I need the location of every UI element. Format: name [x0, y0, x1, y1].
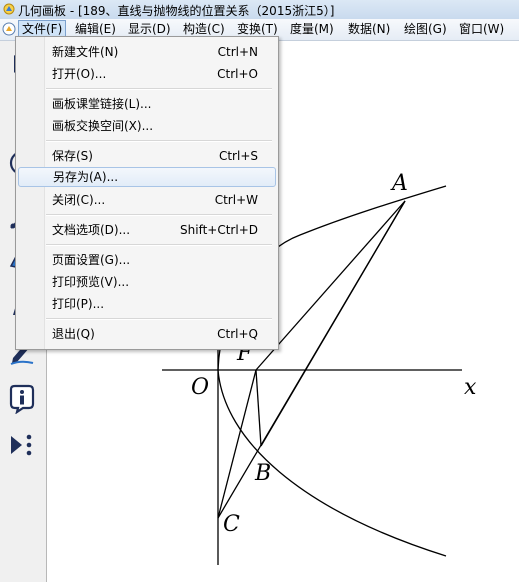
custom-tool[interactable]: [4, 427, 40, 463]
segment-AB: [260, 200, 406, 447]
point-label-b: B: [255, 461, 272, 486]
window-title: 几何画板 - [189、直线与抛物线的位置关系（2015浙江5）]: [18, 4, 335, 18]
menu-item-label: 文档选项(D)...: [52, 223, 131, 237]
menu-item-save-as[interactable]: 另存为(A)...: [18, 167, 276, 187]
custom-tool-icon: [11, 434, 32, 456]
menu-graph[interactable]: 绘图(G): [401, 20, 450, 38]
menu-item-new-file[interactable]: 新建文件(N) Ctrl+N: [18, 42, 274, 62]
x-axis-label: x: [464, 375, 477, 400]
menu-separator: [46, 88, 272, 90]
menu-item-shortcut: Ctrl+Q: [217, 327, 258, 341]
point-label-a: A: [392, 171, 408, 196]
parabola-lower: [217, 369, 447, 557]
menu-item-board-exchange[interactable]: 画板交换空间(X)...: [18, 116, 274, 136]
information-icon: [9, 384, 35, 414]
segment-FC: [217, 369, 257, 519]
menu-item-shortcut: Ctrl+O: [217, 67, 258, 81]
menu-data[interactable]: 数据(N): [345, 20, 393, 38]
menu-item-label: 退出(Q): [52, 327, 95, 341]
menu-item-close[interactable]: 关闭(C)... Ctrl+W: [18, 190, 274, 210]
menu-item-exit[interactable]: 退出(Q) Ctrl+Q: [18, 324, 274, 344]
menu-item-shortcut: Shift+Ctrl+D: [180, 223, 258, 237]
menu-item-doc-options[interactable]: 文档选项(D)... Shift+Ctrl+D: [18, 220, 274, 240]
segment-FB: [255, 369, 262, 447]
app-logo-icon: [3, 3, 15, 15]
menu-item-label: 关闭(C)...: [52, 193, 106, 207]
point-label-o: O: [191, 375, 210, 400]
information-tool[interactable]: [4, 381, 40, 417]
menu-item-label: 打印预览(V)...: [52, 275, 130, 289]
menu-item-shortcut: Ctrl+N: [217, 45, 258, 59]
menu-item-save[interactable]: 保存(S) Ctrl+S: [18, 146, 274, 166]
menu-item-shortcut: Ctrl+W: [214, 193, 258, 207]
point-label-c: C: [223, 512, 240, 537]
menu-item-print-preview[interactable]: 打印预览(V)...: [18, 272, 274, 292]
menu-item-label: 打印(P)...: [52, 297, 105, 311]
menu-separator: [46, 318, 272, 320]
menu-item-board-link[interactable]: 画板课堂链接(L)...: [18, 94, 274, 114]
menu-item-label: 新建文件(N): [52, 45, 119, 59]
menu-window[interactable]: 窗口(W): [456, 20, 507, 38]
menu-item-label: 画板交换空间(X)...: [52, 119, 154, 133]
menu-measure[interactable]: 度量(M): [287, 20, 337, 38]
menu-item-label: 画板课堂链接(L)...: [52, 97, 152, 111]
menu-item-label: 打开(O)...: [52, 67, 107, 81]
menu-separator: [46, 140, 272, 142]
file-menu-dropdown: 新建文件(N) Ctrl+N 打开(O)... Ctrl+O 画板课堂链接(L)…: [15, 36, 279, 350]
menu-separator: [46, 244, 272, 246]
menu-item-print[interactable]: 打印(P)...: [18, 294, 274, 314]
menu-item-page-setup[interactable]: 页面设置(G)...: [18, 250, 274, 270]
title-bar: 几何画板 - [189、直线与抛物线的位置关系（2015浙江5）]: [0, 0, 519, 20]
document-system-icon[interactable]: [2, 22, 16, 36]
menu-item-shortcut: Ctrl+S: [218, 149, 258, 163]
menu-separator: [46, 214, 272, 216]
menu-item-label: 另存为(A)...: [53, 170, 119, 184]
menu-item-label: 页面设置(G)...: [52, 253, 131, 267]
menu-item-open[interactable]: 打开(O)... Ctrl+O: [18, 64, 274, 84]
menu-item-label: 保存(S): [52, 149, 93, 163]
